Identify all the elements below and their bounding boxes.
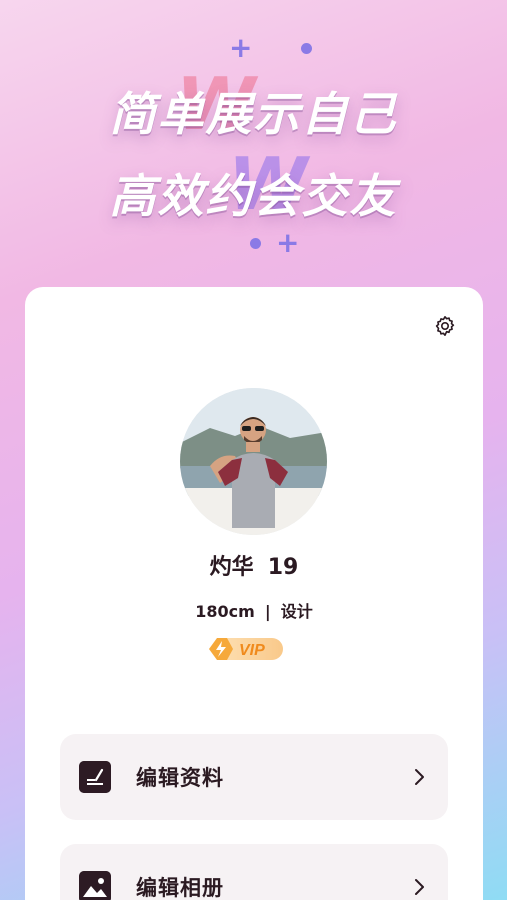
- edit-album-button[interactable]: 编辑相册: [60, 844, 448, 900]
- edit-profile-button[interactable]: 编辑资料: [60, 734, 448, 820]
- edit-profile-label: 编辑资料: [136, 766, 224, 790]
- chevron-right-icon: [415, 769, 424, 785]
- hero-title-line-2: 高效约会交友: [109, 169, 398, 223]
- edit-document-icon: [79, 761, 111, 793]
- photo-album-icon: [79, 871, 111, 900]
- info-separator: |: [264, 602, 271, 621]
- edit-album-label: 编辑相册: [136, 876, 224, 900]
- avatar-photo: [180, 388, 327, 535]
- profile-name-row: 灼华 19: [25, 549, 483, 581]
- hero-title-line-1: 简单展示自己: [109, 87, 398, 141]
- plus-decoration-icon: +: [229, 31, 253, 64]
- dot-decoration: [250, 238, 261, 249]
- avatar[interactable]: [180, 388, 327, 535]
- vip-badge-icon: VIP: [209, 638, 283, 660]
- plus-decoration-icon: +: [276, 226, 300, 259]
- dot-decoration: [301, 43, 312, 54]
- chevron-right-icon: [415, 879, 424, 895]
- profile-age: 19: [267, 555, 299, 580]
- profile-card: 灼华 19 180cm | 设计 VIP 编辑资料 编辑相册: [25, 287, 483, 900]
- profile-info-row: 180cm | 设计: [25, 598, 483, 622]
- hero-banner: + W W + 简单展示自己 高效约会交友: [0, 0, 507, 280]
- settings-gear-icon[interactable]: [433, 314, 457, 338]
- profile-name: 灼华: [209, 555, 254, 580]
- profile-height: 180cm: [195, 602, 255, 621]
- profile-occupation: 设计: [280, 602, 313, 621]
- vip-badge-label: VIP: [239, 642, 265, 659]
